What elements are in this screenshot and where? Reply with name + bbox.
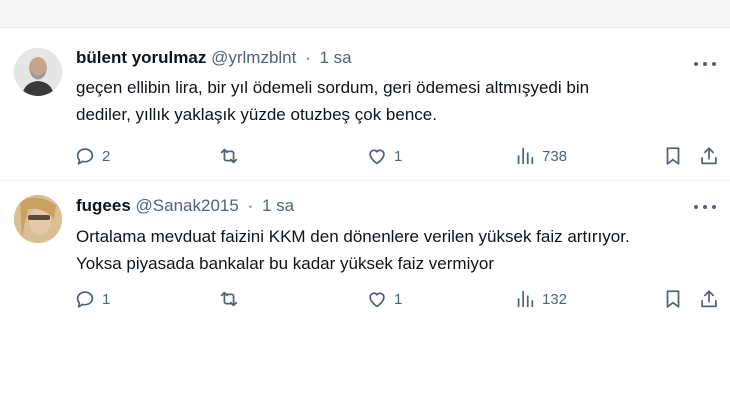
tweet-1[interactable]: bülent yorulmaz @yrlmzblnt · 1 sa geçen …: [0, 28, 730, 181]
display-name[interactable]: bülent yorulmaz: [76, 48, 206, 67]
like-count: 1: [394, 147, 403, 165]
bookmark-button[interactable]: [662, 284, 684, 314]
bookmark-button[interactable]: [662, 141, 684, 171]
previous-content-strip: [0, 0, 730, 28]
like-count: 1: [394, 290, 403, 308]
view-count: 738: [542, 147, 568, 165]
views-icon: [517, 147, 534, 165]
share-button[interactable]: [698, 141, 720, 171]
reply-icon: [76, 291, 94, 308]
reply-count: 1: [102, 290, 111, 308]
heart-icon: [369, 292, 385, 308]
display-name[interactable]: fugees: [76, 196, 131, 215]
tweet-header: bülent yorulmaz @yrlmzblnt · 1 sa: [76, 47, 352, 69]
views-icon: [517, 290, 534, 308]
tweet-text: Ortalama mevduat faizini KKM den dönenle…: [76, 223, 716, 277]
retweet-button[interactable]: [218, 141, 246, 171]
tweet-2[interactable]: fugees @Sanak2015 · 1 sa Ortalama mevdua…: [0, 181, 730, 321]
username[interactable]: @yrlmzblnt: [211, 48, 296, 67]
reply-icon: [76, 148, 94, 165]
timestamp[interactable]: 1 sa: [262, 196, 294, 215]
more-icon[interactable]: [694, 59, 716, 69]
separator: ·: [305, 48, 311, 67]
username[interactable]: @Sanak2015: [136, 196, 239, 215]
share-icon: [701, 290, 717, 308]
retweet-icon: [220, 291, 238, 307]
avatar[interactable]: [14, 48, 62, 96]
avatar-image: [14, 48, 62, 96]
tweet-text-line: Ortalama mevduat faizini KKM den dönenle…: [76, 227, 630, 246]
retweet-button[interactable]: [218, 284, 246, 314]
views-button[interactable]: 738: [514, 141, 567, 171]
reply-count: 2: [102, 147, 111, 165]
more-icon[interactable]: [694, 202, 716, 212]
like-button[interactable]: 1: [366, 141, 402, 171]
separator: ·: [247, 196, 254, 215]
retweet-icon: [220, 148, 238, 164]
tweet-text-line: Yoksa piyasada bankalar bu kadar yüksek …: [76, 254, 494, 273]
bookmark-icon: [666, 290, 680, 308]
tweet-text: geçen ellibin lira, bir yıl ödemeli sord…: [76, 74, 716, 128]
like-button[interactable]: 1: [366, 284, 402, 314]
share-button[interactable]: [698, 284, 720, 314]
views-button[interactable]: 132: [514, 284, 567, 314]
reply-button[interactable]: 2: [74, 141, 110, 171]
tweet-header: fugees @Sanak2015 · 1 sa: [76, 195, 294, 217]
bookmark-icon: [666, 147, 680, 165]
reply-button[interactable]: 1: [74, 284, 110, 314]
timestamp[interactable]: 1 sa: [320, 48, 352, 67]
avatar[interactable]: [14, 195, 62, 243]
heart-icon: [369, 149, 385, 165]
view-count: 132: [542, 290, 568, 308]
avatar-image: [14, 195, 62, 243]
share-icon: [701, 147, 717, 165]
action-bar: 1 1 132: [62, 284, 722, 314]
tweet-text-line: dediler, yıllık yaklaşık yüzde otuzbeş ç…: [76, 105, 437, 124]
action-bar: 2 1 738: [62, 141, 722, 171]
tweet-text-line: geçen ellibin lira, bir yıl ödemeli sord…: [76, 78, 590, 97]
